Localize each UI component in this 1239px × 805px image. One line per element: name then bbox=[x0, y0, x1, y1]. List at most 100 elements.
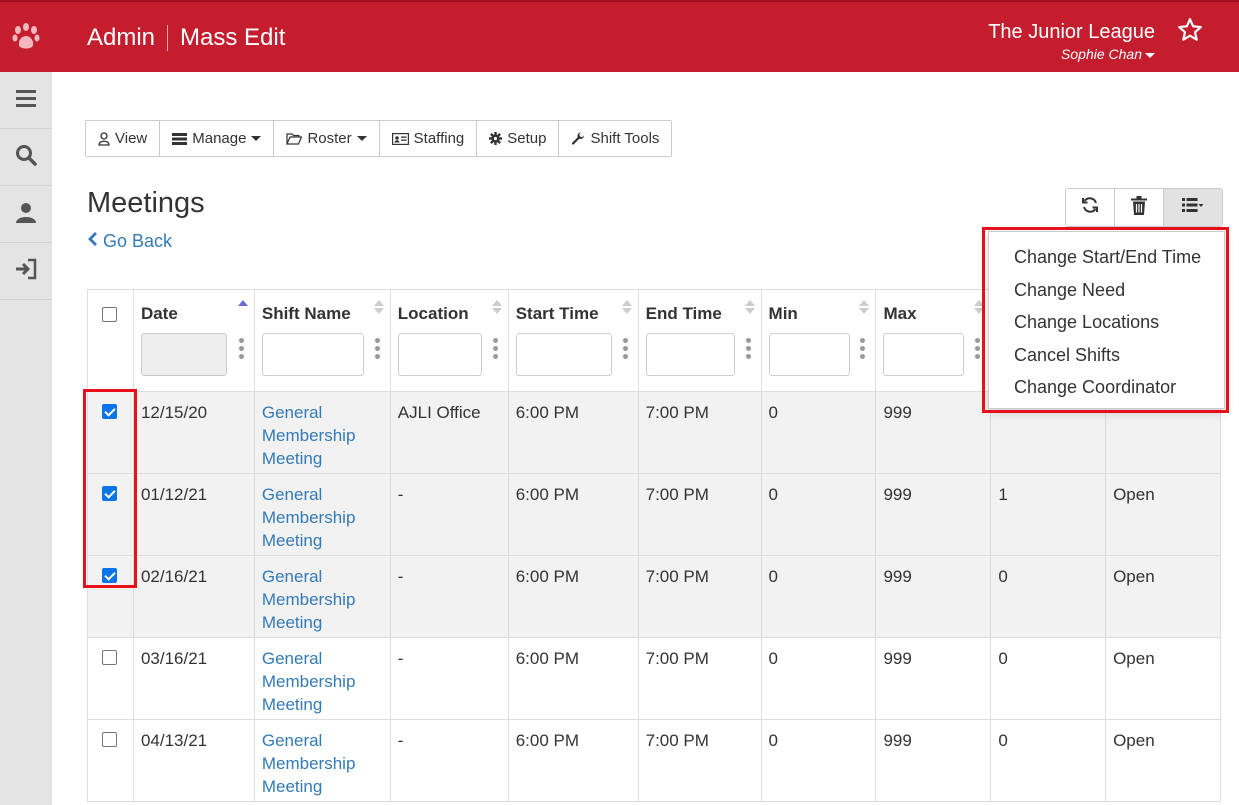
column-menu-icon[interactable] bbox=[238, 338, 244, 362]
setup-button[interactable]: Setup bbox=[477, 121, 560, 156]
filled-cell: 0 bbox=[990, 719, 1107, 802]
location-cell: - bbox=[389, 473, 509, 556]
row-select-cell bbox=[87, 473, 134, 556]
sidebar-item-menu[interactable] bbox=[0, 72, 52, 129]
org-name: The Junior League bbox=[988, 21, 1155, 43]
column-header-end-time[interactable]: End Time bbox=[637, 289, 762, 392]
menu-item-change-locations[interactable]: Change Locations bbox=[989, 306, 1224, 339]
max-cell: 999 bbox=[875, 637, 992, 720]
menu-item-cancel-shifts[interactable]: Cancel Shifts bbox=[989, 339, 1224, 372]
column-header-shift-name[interactable]: Shift Name bbox=[253, 289, 391, 392]
end-time-cell: 7:00 PM bbox=[637, 637, 762, 720]
sidebar-item-sign-in[interactable] bbox=[0, 243, 52, 300]
table-row[interactable]: 03/16/21 General Membership Meeting - 6:… bbox=[87, 637, 1221, 720]
table-row[interactable]: 01/12/21 General Membership Meeting - 6:… bbox=[87, 473, 1221, 556]
shift-name-link[interactable]: General Membership Meeting bbox=[262, 567, 356, 632]
row-select-cell bbox=[87, 555, 134, 638]
sidebar-item-search[interactable] bbox=[0, 129, 52, 186]
manage-button[interactable]: Manage bbox=[160, 121, 275, 156]
filled-cell: 0 bbox=[990, 555, 1107, 638]
view-button[interactable]: View bbox=[86, 121, 161, 156]
sort-icon[interactable] bbox=[744, 300, 755, 316]
date-cell: 12/15/20 bbox=[132, 391, 255, 474]
start-time-cell: 6:00 PM bbox=[507, 391, 639, 474]
shift-name-link[interactable]: General Membership Meeting bbox=[262, 403, 356, 468]
staffing-button[interactable]: Staffing bbox=[379, 121, 478, 156]
menu-item-change-start-end-time[interactable]: Change Start/End Time bbox=[989, 241, 1224, 274]
min-cell: 0 bbox=[760, 555, 877, 638]
bulk-actions-menu: Change Start/End Time Change Need Change… bbox=[988, 231, 1225, 409]
shift-name-link[interactable]: General Membership Meeting bbox=[262, 731, 356, 796]
shift-name-link[interactable]: General Membership Meeting bbox=[262, 649, 356, 714]
sort-icon[interactable] bbox=[373, 300, 384, 316]
end-time-filter-input[interactable] bbox=[645, 333, 735, 376]
max-cell: 999 bbox=[875, 555, 992, 638]
filled-cell: 0 bbox=[990, 637, 1107, 720]
column-header-label: Max bbox=[883, 304, 917, 323]
sort-icon[interactable] bbox=[621, 300, 632, 316]
column-header-location[interactable]: Location bbox=[389, 289, 509, 392]
sort-icon[interactable] bbox=[491, 300, 502, 316]
menu-item-change-coordinator[interactable]: Change Coordinator bbox=[989, 371, 1224, 404]
bulk-actions-dropdown-button[interactable] bbox=[1164, 189, 1222, 226]
row-select-cell bbox=[87, 391, 134, 474]
row-checkbox[interactable] bbox=[102, 568, 117, 583]
table-row[interactable]: 02/16/21 General Membership Meeting - 6:… bbox=[87, 555, 1221, 638]
sort-icon[interactable] bbox=[859, 300, 870, 316]
caret-down-icon bbox=[251, 136, 262, 141]
table-actions bbox=[1065, 188, 1223, 227]
column-menu-icon[interactable] bbox=[492, 338, 498, 362]
section-title[interactable]: Admin bbox=[87, 24, 155, 52]
select-all-checkbox[interactable] bbox=[102, 307, 117, 322]
breadcrumb-divider bbox=[167, 25, 169, 51]
end-time-cell: 7:00 PM bbox=[637, 473, 762, 556]
row-checkbox[interactable] bbox=[102, 650, 117, 665]
column-header-max[interactable]: Max bbox=[875, 289, 992, 392]
row-checkbox[interactable] bbox=[102, 404, 117, 419]
column-menu-icon[interactable] bbox=[860, 338, 866, 362]
row-checkbox[interactable] bbox=[102, 732, 117, 747]
min-filter-input[interactable] bbox=[768, 333, 850, 376]
list-icon bbox=[1182, 197, 1204, 218]
location-cell: AJLI Office bbox=[389, 391, 509, 474]
menu-item-change-need[interactable]: Change Need bbox=[989, 274, 1224, 307]
user-menu[interactable]: Sophie Chan bbox=[988, 46, 1155, 62]
column-header-date[interactable]: Date bbox=[132, 289, 255, 392]
roster-button[interactable]: Roster bbox=[274, 121, 380, 156]
user-icon bbox=[15, 201, 37, 228]
column-menu-icon[interactable] bbox=[374, 338, 380, 362]
sort-icon[interactable] bbox=[974, 300, 985, 316]
column-menu-icon[interactable] bbox=[622, 338, 628, 362]
location-cell: - bbox=[389, 719, 509, 802]
date-cell: 03/16/21 bbox=[132, 637, 255, 720]
shift-name-cell: General Membership Meeting bbox=[253, 719, 391, 802]
date-cell: 04/13/21 bbox=[132, 719, 255, 802]
start-time-cell: 6:00 PM bbox=[507, 473, 639, 556]
location-filter-input[interactable] bbox=[397, 333, 482, 376]
sign-in-icon bbox=[14, 258, 38, 285]
table-row[interactable]: 04/13/21 General Membership Meeting - 6:… bbox=[87, 719, 1221, 802]
column-menu-icon[interactable] bbox=[745, 338, 751, 362]
star-icon[interactable] bbox=[1177, 17, 1203, 50]
column-header-label: Date bbox=[140, 304, 178, 323]
trash-icon bbox=[1131, 195, 1147, 220]
paw-logo-icon[interactable] bbox=[0, 2, 52, 72]
refresh-button[interactable] bbox=[1066, 189, 1115, 226]
start-time-filter-input[interactable] bbox=[515, 333, 612, 376]
go-back-link[interactable]: Go Back bbox=[87, 231, 172, 252]
column-header-start-time[interactable]: Start Time bbox=[507, 289, 639, 392]
shift-name-link[interactable]: General Membership Meeting bbox=[262, 485, 356, 550]
user-outline-icon bbox=[98, 131, 110, 146]
sidebar-item-user[interactable] bbox=[0, 186, 52, 243]
column-header-min[interactable]: Min bbox=[760, 289, 877, 392]
roster-label: Roster bbox=[307, 130, 352, 147]
column-menu-icon[interactable] bbox=[975, 338, 981, 362]
end-time-cell: 7:00 PM bbox=[637, 391, 762, 474]
shift-tools-button[interactable]: Shift Tools bbox=[559, 121, 672, 156]
shift-name-filter-input[interactable] bbox=[261, 333, 364, 376]
sort-asc-icon[interactable] bbox=[237, 300, 248, 316]
max-filter-input[interactable] bbox=[883, 333, 965, 376]
column-header-label: Start Time bbox=[515, 304, 599, 323]
delete-button[interactable] bbox=[1115, 189, 1164, 226]
row-checkbox[interactable] bbox=[102, 486, 117, 501]
